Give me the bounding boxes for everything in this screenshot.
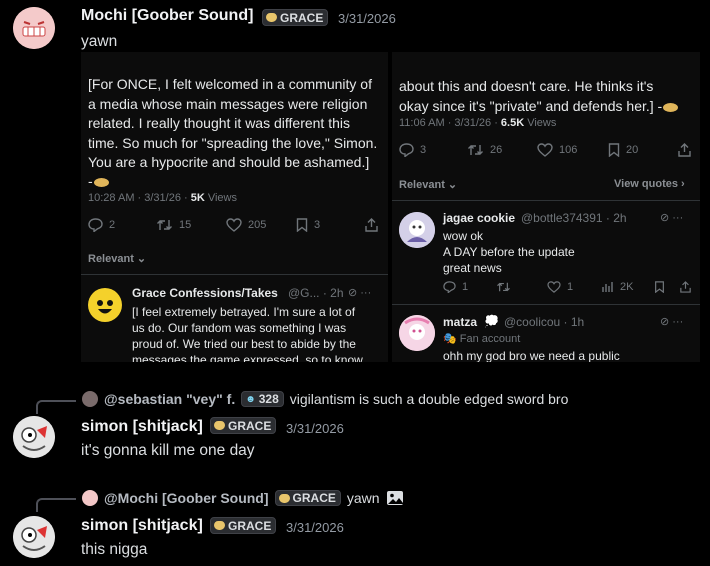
reply-text: ohh my god bro we need a public: [443, 349, 620, 362]
message-text: this nigga: [81, 541, 148, 558]
reply-reference[interactable]: @sebastian "vey" f. ☻ 328 vigilantism is…: [82, 391, 568, 407]
retweet-action[interactable]: 26: [467, 143, 502, 157]
heart-outline-icon: [226, 218, 242, 232]
chevron-down-icon: ⌄: [136, 253, 147, 265]
avatar-mochi[interactable]: [13, 7, 55, 49]
chevron-right-icon: ›: [681, 178, 685, 190]
reply-views[interactable]: 2K: [602, 281, 633, 293]
share-icon[interactable]: [680, 281, 691, 293]
message-author[interactable]: simon [shitjack]: [81, 418, 203, 436]
sort-relevant[interactable]: Relevant ⌄: [88, 252, 146, 265]
tag-label: GRACE: [228, 518, 272, 533]
heart-icon: [278, 493, 290, 503]
message-timestamp: 3/31/2026: [286, 520, 344, 535]
reply-icon: [443, 281, 456, 293]
bookmark-icon[interactable]: [654, 281, 665, 293]
view-quotes-link[interactable]: View quotes ›: [614, 178, 685, 190]
ref-tag[interactable]: GRACE: [274, 490, 341, 506]
reply-ref-author[interactable]: @sebastian "vey" f.: [104, 391, 235, 407]
reply-avatar[interactable]: [399, 315, 435, 351]
attachment-screenshot-left[interactable]: [For ONCE, I felt welcomed in a communit…: [81, 52, 388, 362]
image-icon: [386, 491, 403, 505]
tag-label: GRACE: [280, 10, 324, 25]
sort-relevant[interactable]: Relevant ⌄: [399, 178, 457, 191]
reply-handle[interactable]: @bottle374391 · 2h: [521, 211, 627, 225]
share-icon[interactable]: [365, 218, 378, 232]
reply-reply-action[interactable]: 1: [443, 281, 468, 293]
attachment-screenshot-right[interactable]: about this and doesn't care. He thinks i…: [392, 52, 700, 362]
reply-icon: [88, 218, 103, 232]
reply-handle[interactable]: @coolicou · 1h: [504, 315, 584, 329]
role-tag[interactable]: GRACE: [210, 517, 277, 534]
cookie-icon: [93, 178, 109, 188]
tweet-text: [For ONCE, I felt welcomed in a communit…: [88, 76, 378, 190]
fan-account-badge: 🎭 Fan account: [443, 333, 521, 345]
bookmark-action[interactable]: 3: [296, 218, 320, 232]
heart-icon: [266, 13, 277, 22]
reply-ref-text: vigilantism is such a double edged sword…: [289, 391, 569, 407]
reply-connector: [36, 498, 76, 512]
tweet-meta: 11:06 AM · 3/31/26 · 6.5K Views: [399, 117, 557, 129]
message-timestamp: 3/31/2026: [286, 421, 344, 436]
reply-name[interactable]: Grace Confessions/Takes: [132, 286, 278, 300]
message-author[interactable]: simon [shitjack]: [81, 517, 203, 535]
skull-icon: ☻: [245, 393, 256, 405]
reply-name[interactable]: jagae cookie: [443, 211, 515, 225]
divider: [392, 304, 700, 305]
retweet-action[interactable]: 15: [156, 218, 191, 232]
views-icon: [602, 282, 613, 292]
retweet-icon[interactable]: [496, 281, 511, 293]
grok-icon[interactable]: ⊘ ···: [348, 286, 371, 299]
like-action[interactable]: 205: [226, 218, 266, 232]
avatar-mini: [82, 490, 98, 506]
message-text: it's gonna kill me one day: [81, 442, 255, 459]
divider: [392, 200, 700, 201]
reply-action[interactable]: 3: [399, 143, 426, 157]
heart-icon: [214, 521, 225, 530]
heart-outline-icon: [547, 281, 561, 293]
reply-icon: [399, 143, 414, 157]
ref-tag[interactable]: ☻ 328: [241, 391, 284, 407]
divider: [81, 274, 388, 275]
reply-text: wow ok A DAY before the update great new…: [443, 229, 575, 275]
chevron-down-icon: ⌄: [447, 179, 458, 191]
avatar-simon[interactable]: [13, 516, 55, 558]
tweet-text: about this and doesn't care. He thinks i…: [399, 58, 699, 116]
role-tag[interactable]: GRACE: [210, 417, 277, 434]
reply-reference[interactable]: @Mochi [Goober Sound] GRACE yawn: [82, 490, 404, 506]
reply-avatar[interactable]: [399, 212, 435, 248]
avatar-simon[interactable]: [13, 416, 55, 458]
cookie-icon: [663, 102, 679, 112]
more-options-icon[interactable]: ⊘ ···: [660, 211, 683, 224]
heart-outline-icon: [537, 143, 553, 157]
retweet-icon: [468, 145, 483, 155]
reply-handle[interactable]: @G... · 2h: [288, 286, 344, 300]
like-action[interactable]: 106: [537, 143, 577, 157]
reply-ref-text: yawn: [346, 490, 380, 506]
reply-avatar[interactable]: [88, 288, 122, 322]
thought-bubble-icon: 💭: [484, 314, 499, 328]
share-icon[interactable]: [678, 143, 691, 157]
more-options-icon[interactable]: ⊘ ···: [660, 315, 683, 328]
tag-label: GRACE: [228, 418, 272, 433]
reply-action[interactable]: 2: [88, 218, 115, 232]
bookmark-icon: [608, 143, 620, 157]
reply-like-action[interactable]: 1: [547, 281, 573, 293]
bookmark-icon: [296, 218, 308, 232]
bookmark-action[interactable]: 20: [608, 143, 638, 157]
message-author[interactable]: Mochi [Goober Sound]: [81, 7, 253, 25]
avatar-mini: [82, 391, 98, 407]
reply-ref-author[interactable]: @Mochi [Goober Sound]: [104, 490, 269, 506]
tweet-meta: 10:28 AM · 3/31/26 · 5K Views: [88, 192, 237, 204]
reply-text: [I feel extremely betrayed. I'm sure a l…: [132, 305, 363, 362]
reply-name[interactable]: matza: [443, 315, 477, 329]
message-timestamp: 3/31/2026: [338, 11, 396, 26]
mask-icon: 🎭: [443, 333, 457, 345]
message-text: yawn: [81, 33, 118, 50]
reply-connector: [36, 400, 76, 414]
retweet-icon: [157, 220, 172, 230]
role-tag[interactable]: GRACE: [262, 9, 329, 26]
heart-icon: [214, 421, 225, 430]
